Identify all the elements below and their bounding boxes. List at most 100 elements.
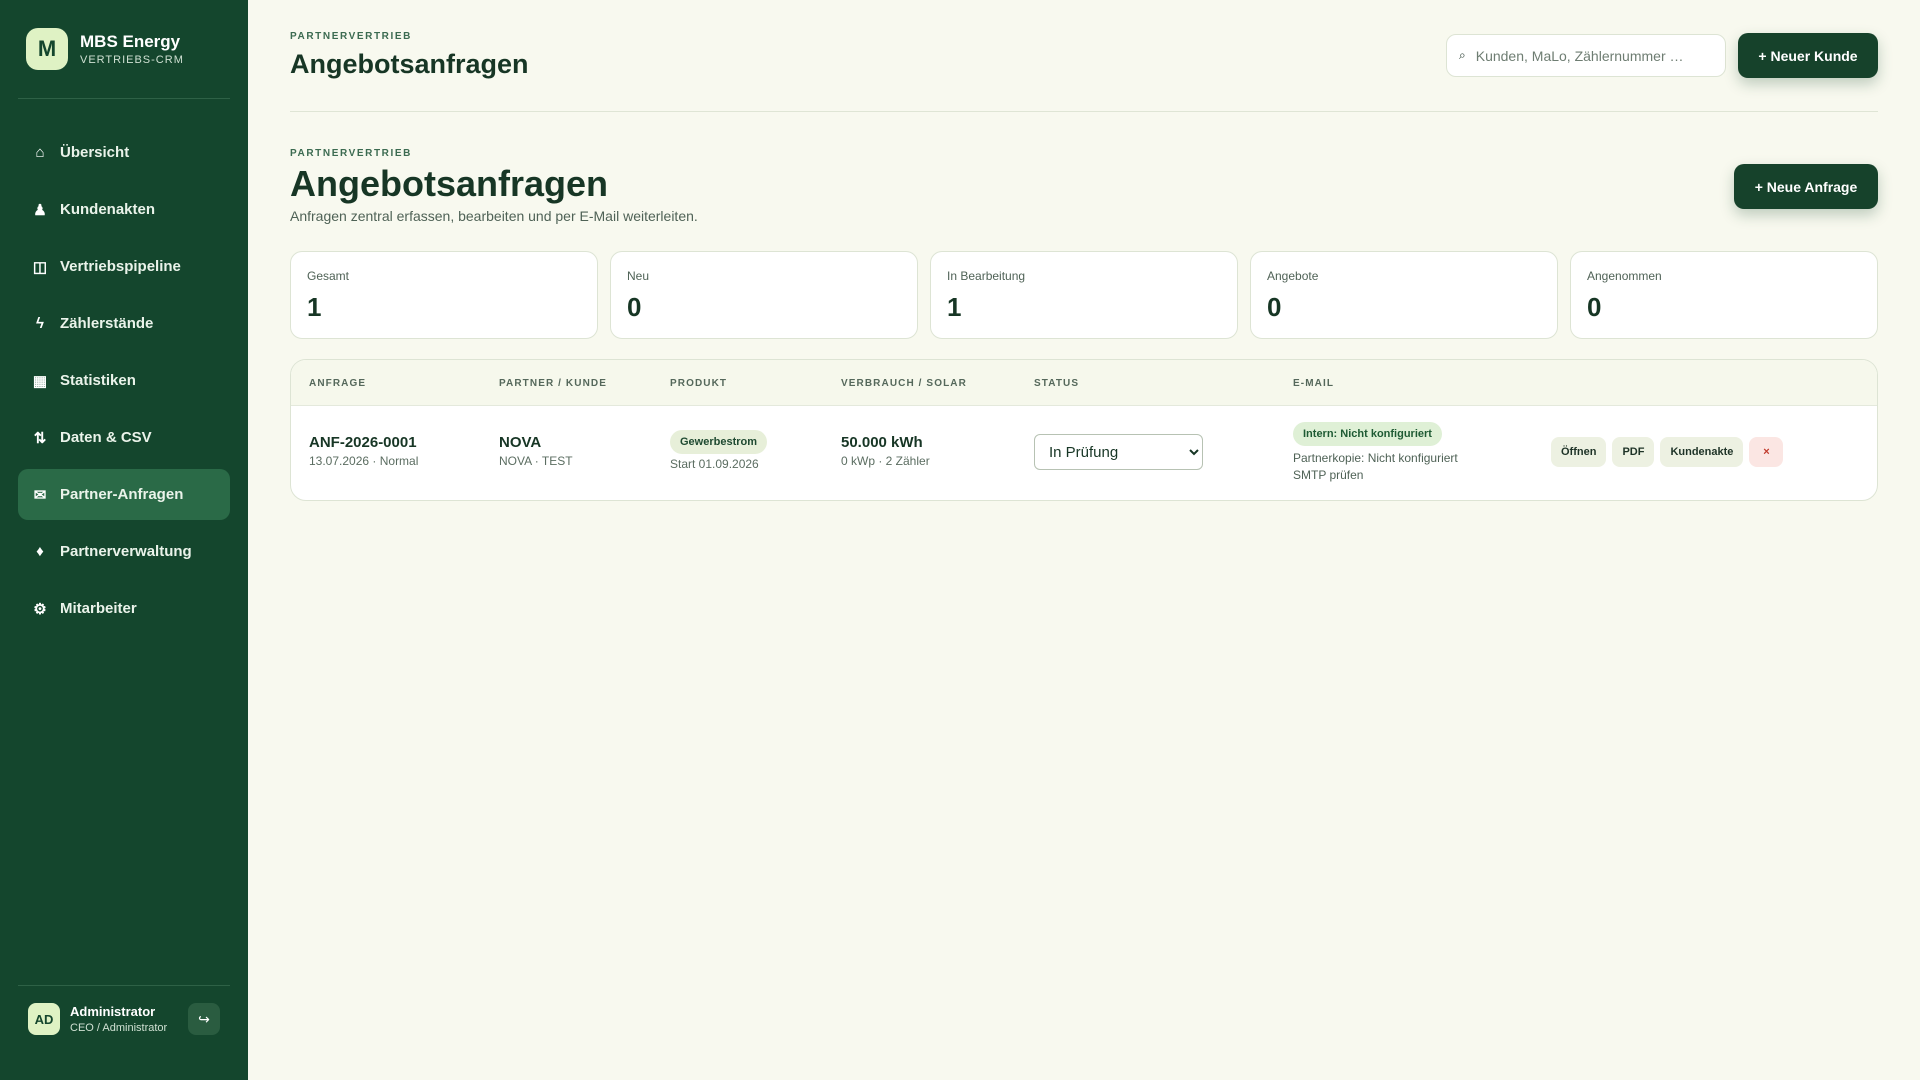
avatar: AD <box>28 1003 60 1035</box>
topbar-eyebrow: PARTNERVERTRIEB <box>290 31 412 42</box>
sidebar-item-partner-anfragen[interactable]: ✉ Partner-Anfragen <box>18 469 230 520</box>
page-title: Angebotsanfragen <box>290 49 529 79</box>
sidebar-divider <box>18 98 230 99</box>
sidebar-footer-divider <box>18 985 230 986</box>
brand-logo: M <box>26 28 68 70</box>
smtp-hint: SMTP prüfen <box>1293 468 1364 482</box>
delete-button[interactable]: × <box>1749 437 1784 467</box>
main-content: PARTNERVERTRIEB Angebotsanfragen ⌕ + Neu… <box>248 0 1920 1080</box>
sidebar-item-mitarbeiter[interactable]: ⚙ Mitarbeiter <box>18 583 230 634</box>
logout-button[interactable]: ↪ <box>188 1003 220 1035</box>
table-row[interactable]: ANF-2026-0001 13.07.2026 · Normal NOVA N… <box>291 406 1877 500</box>
stat-card-angenommen: Angenommen 0 <box>1570 251 1878 339</box>
sidebar-item-label: Partnerverwaltung <box>60 543 192 560</box>
stat-card-in-bearbeitung: In Bearbeitung 1 <box>930 251 1238 339</box>
column-header-anfrage[interactable]: ANFRAGE <box>309 378 366 389</box>
email-copy-status: Partnerkopie: Nicht konfiguriert <box>1293 451 1458 465</box>
new-request-button[interactable]: + Neue Anfrage <box>1734 164 1878 209</box>
brand[interactable]: M MBS Energy VERTRIEBS-CRM <box>26 28 184 70</box>
sidebar: M MBS Energy VERTRIEBS-CRM ⌂ Übersicht ♟… <box>0 0 248 1080</box>
column-header-email[interactable]: E-MAIL <box>1293 378 1334 389</box>
user-profile[interactable]: AD Administrator CEO / Administrator <box>28 1003 167 1035</box>
partner-name: NOVA <box>499 434 542 451</box>
consumption-cell: 50.000 kWh 0 kWp · 2 Zähler <box>841 434 930 468</box>
lightning-icon: ϟ <box>36 315 44 332</box>
section-eyebrow: PARTNERVERTRIEB <box>290 148 412 159</box>
search-input[interactable] <box>1475 47 1706 64</box>
grid-icon: ▦ <box>32 372 48 390</box>
sidebar-item-partnerverwaltung[interactable]: ♦ Partnerverwaltung <box>18 526 230 577</box>
sidebar-item-label: Zählerstände <box>60 315 154 332</box>
sort-arrows-icon: ⇅ <box>33 429 47 447</box>
open-button[interactable]: Öffnen <box>1551 437 1607 467</box>
stat-label: Angenommen <box>1587 269 1662 283</box>
sidebar-item-label: Mitarbeiter <box>60 600 137 617</box>
user-name: Administrator <box>70 1004 156 1019</box>
sidebar-item-zaehlerstaende[interactable]: ϟ Zählerstände <box>18 298 230 349</box>
home-icon: ⌂ <box>35 144 45 161</box>
sidebar-item-statistiken[interactable]: ▦ Statistiken <box>18 355 230 406</box>
header-divider <box>290 111 1878 112</box>
sidebar-item-label: Kundenakten <box>60 201 156 218</box>
table-header: ANFRAGE PARTNER / KUNDE PRODUKT VERBRAUC… <box>291 360 1877 406</box>
sidebar-item-label: Daten & CSV <box>60 429 152 446</box>
user-role: CEO / Administrator <box>70 1022 168 1034</box>
pdf-button[interactable]: PDF <box>1612 437 1655 467</box>
customer-file-button[interactable]: Kundenakte <box>1660 437 1744 467</box>
stat-label: In Bearbeitung <box>947 269 1026 283</box>
stat-card-angebote: Angebote 0 <box>1250 251 1558 339</box>
product-start: Start 01.09.2026 <box>670 457 759 471</box>
search-icon: ⌕ <box>1459 48 1466 62</box>
stat-label: Angebote <box>1267 269 1319 283</box>
column-header-status[interactable]: STATUS <box>1034 378 1079 389</box>
column-header-produkt[interactable]: PRODUKT <box>670 378 727 389</box>
sidebar-item-vertriebspipeline[interactable]: ◫ Vertriebspipeline <box>18 241 230 292</box>
columns-icon: ◫ <box>32 258 48 276</box>
logout-icon: ↪ <box>198 1010 210 1027</box>
stat-card-neu: Neu 0 <box>610 251 918 339</box>
solar-value: 0 kWp · 2 Zähler <box>841 454 930 468</box>
row-actions: Öffnen PDF Kundenakte × <box>1551 437 1784 467</box>
email-cell: Intern: Nicht konfiguriert Partnerkopie:… <box>1293 422 1458 482</box>
requests-table: ANFRAGE PARTNER / KUNDE PRODUKT VERBRAUC… <box>290 359 1878 501</box>
status-cell: In Prüfung <box>1034 434 1203 470</box>
product-cell: Gewerbestrom Start 01.09.2026 <box>670 430 768 471</box>
sidebar-item-label: Übersicht <box>60 144 130 161</box>
email-status-badge: Intern: Nicht konfiguriert <box>1293 422 1442 446</box>
sidebar-item-label: Statistiken <box>60 372 136 389</box>
diamond-icon: ♦ <box>36 543 44 560</box>
sidebar-item-label: Partner-Anfragen <box>60 486 184 503</box>
sidebar-nav: ⌂ Übersicht ♟ Kundenakten ◫ Vertriebspip… <box>18 127 230 640</box>
search-box[interactable]: ⌕ <box>1446 34 1726 77</box>
request-cell: ANF-2026-0001 13.07.2026 · Normal <box>309 434 418 468</box>
product-badge: Gewerbestrom <box>670 430 768 454</box>
stat-label: Neu <box>627 269 650 283</box>
brand-name: MBS Energy <box>80 32 181 51</box>
request-id: ANF-2026-0001 <box>309 434 417 451</box>
request-meta: 13.07.2026 · Normal <box>309 454 419 468</box>
stat-value: 0 <box>1587 292 1602 322</box>
stat-value: 0 <box>1267 292 1282 322</box>
person-icon: ♟ <box>33 201 47 219</box>
stat-value: 0 <box>627 292 642 322</box>
sidebar-item-daten-csv[interactable]: ⇅ Daten & CSV <box>18 412 230 463</box>
section-title: Angebotsanfragen <box>290 163 609 204</box>
sidebar-item-kundenakten[interactable]: ♟ Kundenakten <box>18 184 230 235</box>
brand-subtitle: VERTRIEBS-CRM <box>80 54 184 66</box>
column-header-partner[interactable]: PARTNER / KUNDE <box>499 378 607 389</box>
new-customer-button[interactable]: + Neuer Kunde <box>1738 33 1878 78</box>
section-subtitle: Anfragen zentral erfassen, bearbeiten un… <box>290 208 698 224</box>
status-select[interactable]: In Prüfung <box>1034 434 1203 470</box>
sidebar-item-label: Vertriebspipeline <box>60 258 181 275</box>
stats-row: Gesamt 1 Neu 0 In Bearbeitung 1 Angebote… <box>290 251 1878 339</box>
column-header-verbrauch[interactable]: VERBRAUCH / SOLAR <box>841 378 967 389</box>
customer-name: NOVA · TEST <box>499 454 573 468</box>
stat-value: 1 <box>947 292 962 322</box>
gear-icon: ⚙ <box>33 600 47 618</box>
mail-icon: ✉ <box>33 486 47 504</box>
sidebar-item-uebersicht[interactable]: ⌂ Übersicht <box>18 127 230 178</box>
stat-label: Gesamt <box>307 269 350 283</box>
stat-card-gesamt: Gesamt 1 <box>290 251 598 339</box>
partner-cell: NOVA NOVA · TEST <box>499 434 573 468</box>
consumption-value: 50.000 kWh <box>841 434 923 451</box>
